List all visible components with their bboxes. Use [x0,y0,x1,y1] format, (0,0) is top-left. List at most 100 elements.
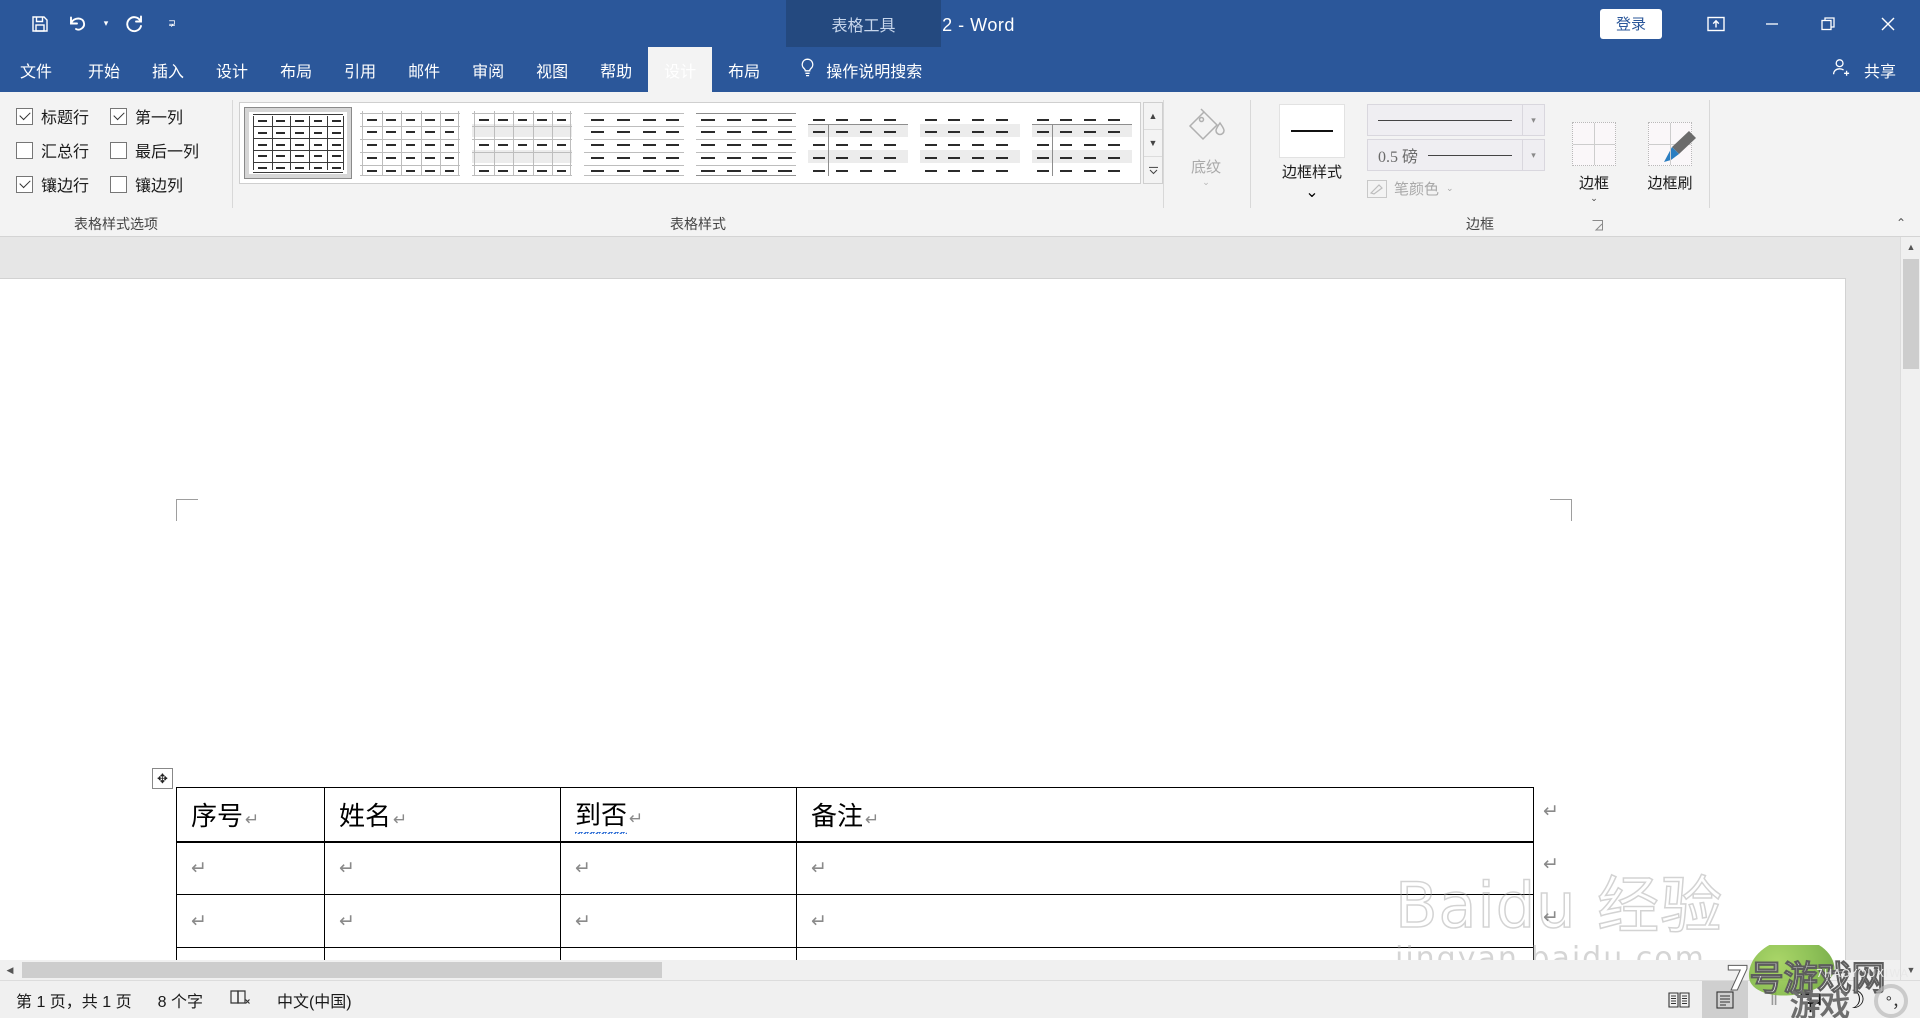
horizontal-scroll-thumb[interactable] [22,962,662,978]
tab-references[interactable]: 引用 [328,47,392,92]
table-style-list-firstcol-banded[interactable] [1028,107,1136,179]
ime-shape-moon-icon[interactable]: ☽ [1843,985,1865,1015]
border-styles-button[interactable]: 边框样式 ⌄ [1263,100,1361,203]
table-cell-header-2[interactable]: 到否 ↵ [560,787,797,843]
checkbox-first-column[interactable]: 第一列 [110,104,220,128]
table-cell[interactable]: ↵ [796,841,1534,895]
table-style-grid-plain[interactable] [244,107,352,179]
ime-indicator[interactable]: ‖ 中 ☽ °， [1748,982,1920,1018]
line-style-combo[interactable]: ▾ [1367,104,1545,136]
proofing-errors-icon[interactable] [229,988,251,1011]
table-move-handle[interactable]: ✥ [152,768,173,789]
scroll-down-arrow-icon[interactable]: ▼ [1901,960,1920,980]
gallery-more[interactable] [1144,157,1162,183]
collapse-ribbon-icon[interactable]: ⌃ [1896,216,1906,230]
checkbox-banded-rows[interactable]: 镶边行 [16,172,110,196]
tab-home[interactable]: 开始 [72,47,136,92]
tab-help[interactable]: 帮助 [584,47,648,92]
document-table[interactable]: 序号 ↵ 姓名 ↵ 到否 ↵ 备注 ↵ ↵ ↵ ↵ ↵ ↵ ↵ ↵ ↵ [176,787,1534,980]
pen-color-button[interactable]: 笔颜色 ⌄ [1367,178,1545,199]
checkbox-total-row-box[interactable] [16,141,33,159]
table-cell[interactable]: ↵ [176,894,325,948]
gallery-scroll-down[interactable]: ▼ [1144,130,1162,157]
tab-table-layout[interactable]: 布局 [712,47,776,92]
pen-color-dropdown-icon[interactable]: ⌄ [1446,183,1454,194]
sign-in-button[interactable]: 登录 [1599,8,1662,39]
table-style-grid-light-1[interactable] [356,107,464,179]
shading-dropdown-icon[interactable]: ⌄ [1202,177,1210,187]
checkbox-header-row-box[interactable] [16,107,33,125]
checkbox-banded-rows-box[interactable] [16,175,33,193]
document-page[interactable]: ✥ 序号 ↵ 姓名 ↵ 到否 ↵ 备注 ↵ ↵ ↵ ↵ ↵ ↵ ↵ ↵ ↵ ↵ … [0,279,1845,980]
ime-mode-chinese[interactable]: 中 [1798,982,1823,1018]
checkbox-header-row[interactable]: 标题行 [16,104,110,128]
table-style-list-lines[interactable] [692,107,800,179]
checkbox-last-column-box[interactable] [110,141,127,159]
borders-dropdown-icon[interactable]: ⌄ [1590,193,1598,203]
undo-dropdown-icon[interactable]: ▾ [98,9,114,39]
scroll-up-arrow-icon[interactable]: ▲ [1901,237,1920,257]
document-canvas[interactable]: ✥ 序号 ↵ 姓名 ↵ 到否 ↵ 备注 ↵ ↵ ↵ ↵ ↵ ↵ ↵ ↵ ↵ ↵ … [0,237,1920,980]
table-style-list-plain[interactable] [580,107,688,179]
table-header-row[interactable]: 序号 ↵ 姓名 ↵ 到否 ↵ 备注 ↵ [176,787,1534,843]
table-row[interactable]: ↵ ↵ ↵ ↵ [176,841,1534,895]
table-style-list-firstcol[interactable] [804,107,912,179]
horizontal-scrollbar[interactable]: ◀ [0,960,1900,980]
ime-punctuation-icon[interactable]: °， [1886,988,1908,1012]
paragraph-mark-icon: ↵ [393,809,408,830]
tell-me-search[interactable]: 操作说明搜索 [776,47,936,92]
table-cell[interactable]: ↵ [324,894,561,948]
restore-icon[interactable] [1800,0,1856,47]
language-indicator[interactable]: 中文(中国) [277,988,352,1012]
tab-view[interactable]: 视图 [520,47,584,92]
borders-button[interactable]: 边框 ⌄ [1559,108,1629,203]
tab-design[interactable]: 设计 [200,47,264,92]
scroll-left-arrow-icon[interactable]: ◀ [0,960,20,980]
shading-button[interactable]: 底纹 ⌄ [1164,92,1248,187]
page-indicator[interactable]: 第 1 页，共 1 页 [16,988,132,1012]
ribbon-display-options-icon[interactable] [1688,0,1744,47]
table-cell[interactable]: ↵ [560,894,797,948]
border-styles-dropdown-icon[interactable]: ⌄ [1305,182,1318,202]
table-cell[interactable]: ↵ [176,841,325,895]
table-style-grid-banded-1[interactable] [468,107,576,179]
tab-mailings[interactable]: 邮件 [392,47,456,92]
line-weight-dropdown-icon[interactable]: ▾ [1522,140,1544,170]
vertical-scrollbar[interactable]: ▲ ▼ [1900,237,1920,980]
tab-file[interactable]: 文件 [0,47,72,92]
tab-layout[interactable]: 布局 [264,47,328,92]
table-cell-header-1[interactable]: 姓名 ↵ [324,787,561,843]
line-weight-combo[interactable]: 0.5 磅 ▾ [1367,139,1545,171]
table-style-list-banded[interactable] [916,107,1024,179]
read-mode-button[interactable] [1656,981,1702,1018]
tab-review[interactable]: 审阅 [456,47,520,92]
table-styles-gallery[interactable] [239,102,1141,184]
checkbox-banded-columns[interactable]: 镶边列 [110,172,220,196]
table-row[interactable]: ↵ ↵ ↵ ↵ [176,894,1534,948]
close-icon[interactable] [1856,0,1920,47]
table-cell[interactable]: ↵ [560,841,797,895]
line-style-dropdown-icon[interactable]: ▾ [1522,105,1544,135]
checkbox-banded-columns-box[interactable] [110,175,127,193]
table-cell-header-3[interactable]: 备注 ↵ [796,787,1534,843]
tab-table-design[interactable]: 设计 [648,47,713,92]
table-cell-header-0[interactable]: 序号 ↵ [176,787,325,843]
table-cell[interactable]: ↵ [324,841,561,895]
checkbox-last-column[interactable]: 最后一列 [110,138,220,162]
checkbox-first-column-box[interactable] [110,107,127,125]
print-layout-button[interactable] [1701,980,1748,1018]
redo-icon[interactable] [116,9,152,39]
tab-insert[interactable]: 插入 [136,47,200,92]
share-button[interactable]: 共享 [1831,47,1920,92]
table-cell[interactable]: ↵ [796,894,1534,948]
border-painter-button[interactable]: 边框刷 [1631,108,1709,203]
customize-qat-icon[interactable]: ⋥ [164,9,180,39]
word-count[interactable]: 8 个字 [158,988,203,1012]
minimize-icon[interactable] [1744,0,1800,47]
checkbox-total-row[interactable]: 汇总行 [16,138,110,162]
vertical-scroll-thumb[interactable] [1903,259,1919,369]
undo-icon[interactable] [60,9,96,39]
save-icon[interactable] [22,9,58,39]
borders-dialog-launcher[interactable] [1589,217,1605,233]
gallery-scroll-up[interactable]: ▲ [1144,103,1162,130]
